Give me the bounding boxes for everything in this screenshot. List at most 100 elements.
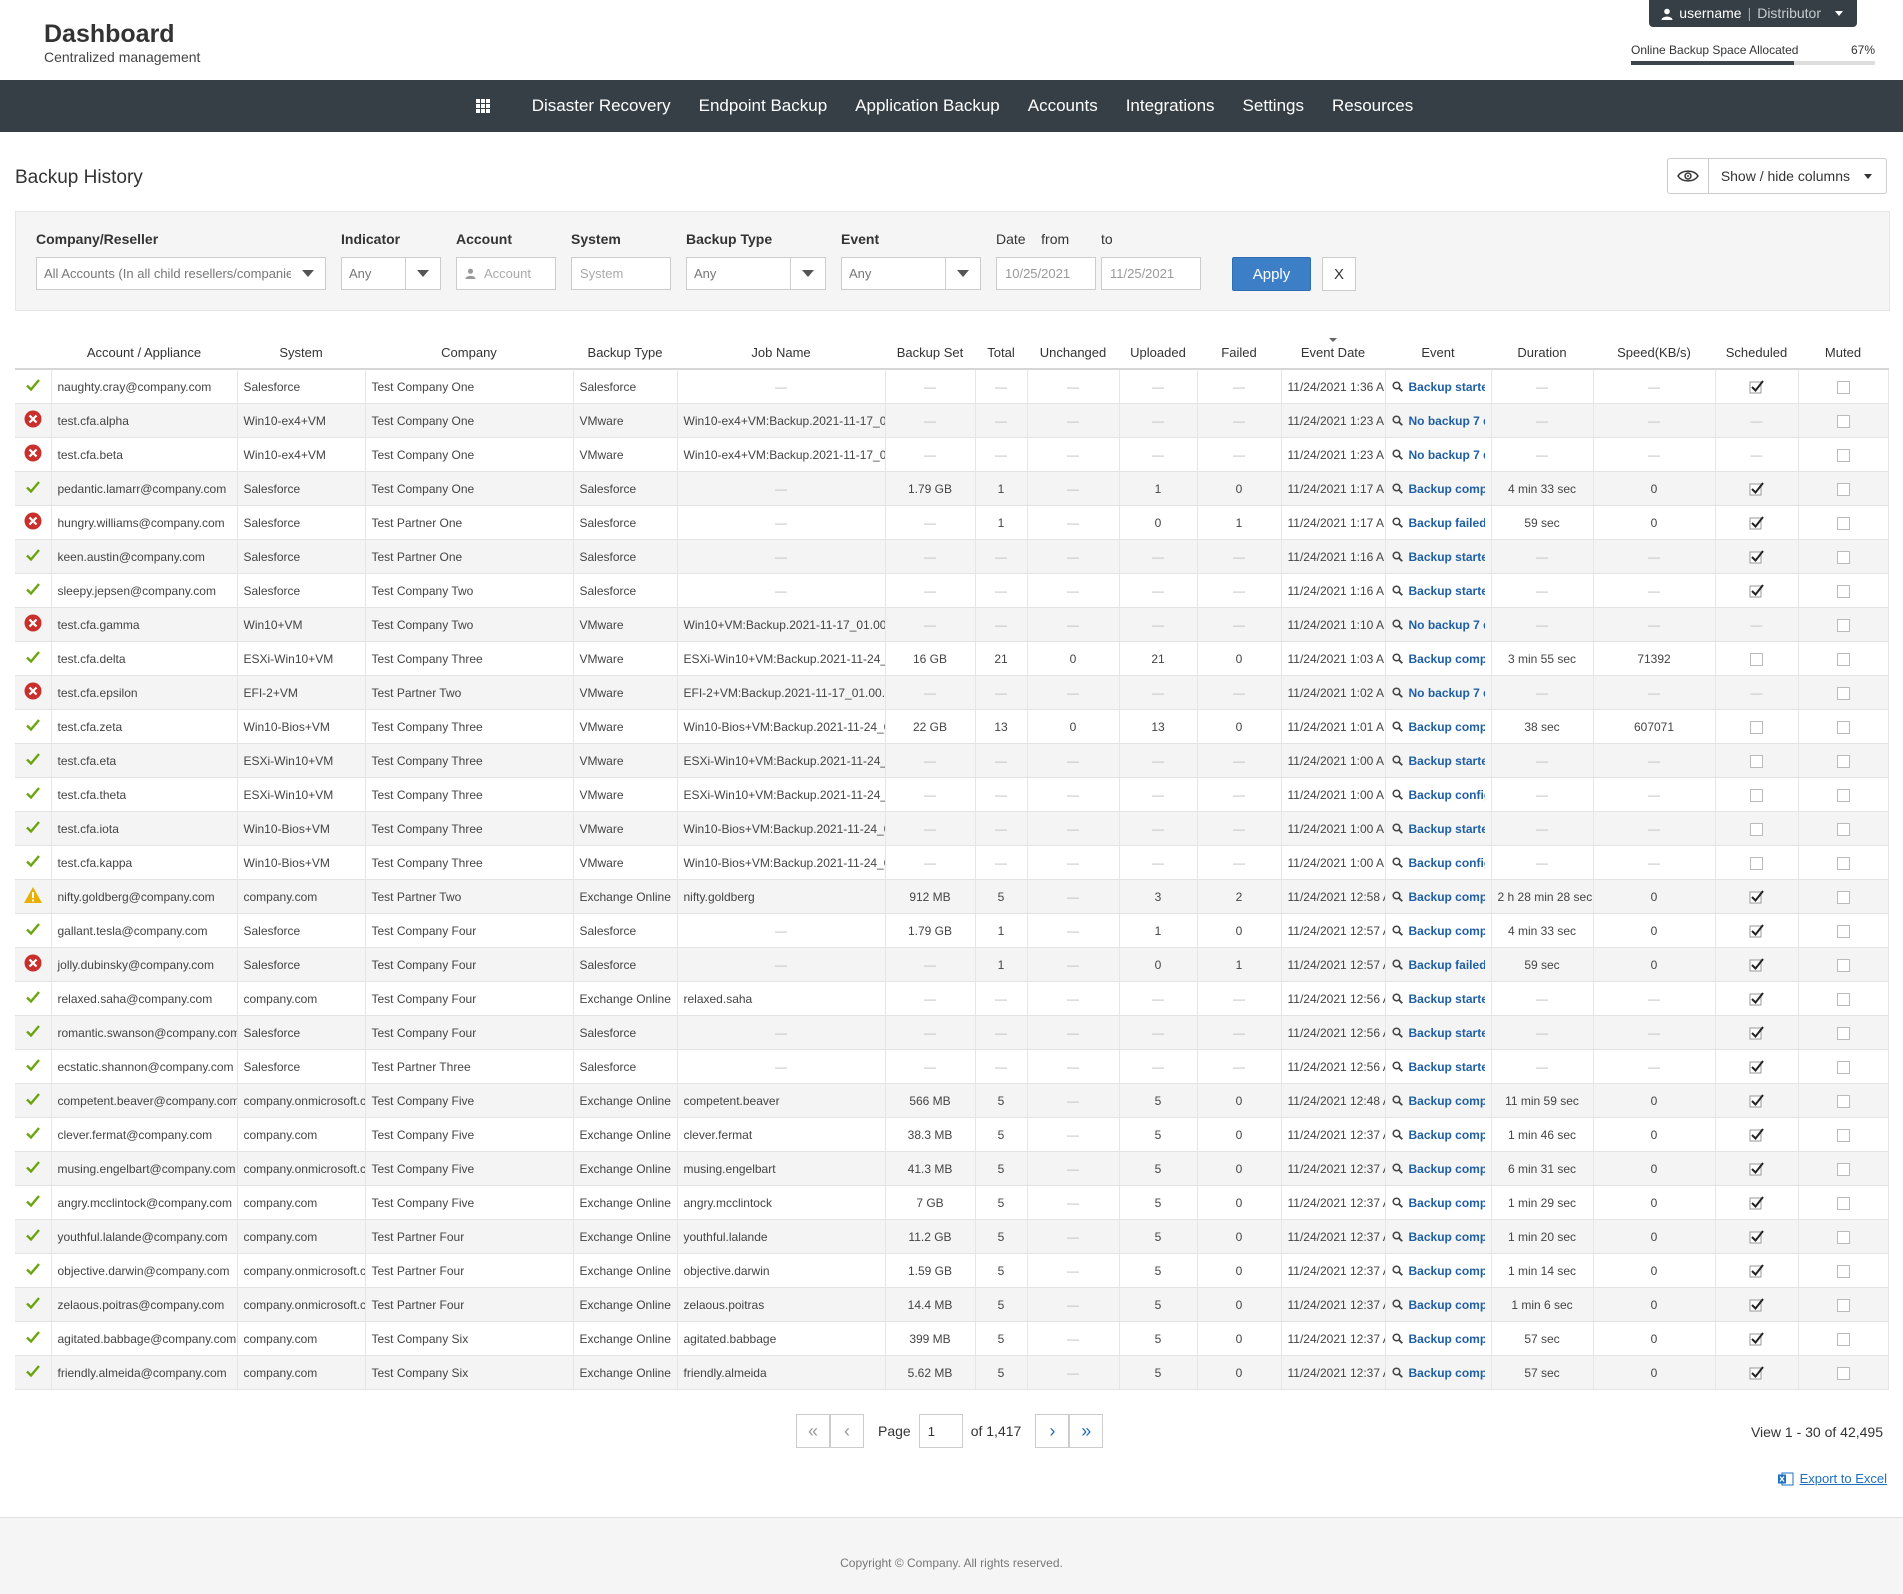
event-link[interactable]: Backup completed — [1409, 1094, 1485, 1108]
header-scheduled[interactable]: Scheduled — [1715, 336, 1798, 370]
search-icon[interactable] — [1391, 993, 1403, 1004]
search-icon[interactable] — [1391, 1095, 1403, 1106]
event-link[interactable]: Backup completed — [1409, 1128, 1485, 1142]
scheduled-checkbox[interactable] — [1749, 890, 1764, 904]
date-to-input[interactable]: 11/25/2021 — [1101, 257, 1201, 290]
muted-checkbox[interactable] — [1836, 686, 1850, 700]
table-row[interactable]: test.cfa.iota Win10-Bios+VM Test Company T… — [15, 811, 1889, 846]
event-link[interactable]: No backup 7 days — [1409, 686, 1485, 700]
header-backup-set[interactable]: Backup Set — [885, 336, 975, 370]
muted-checkbox[interactable] — [1836, 1264, 1850, 1278]
event-cell[interactable]: Backup completed — [1385, 1117, 1492, 1152]
scheduled-checkbox[interactable] — [1749, 1026, 1764, 1040]
event-cell[interactable]: Backup configured — [1385, 845, 1492, 880]
event-cell[interactable]: Backup completed — [1385, 1151, 1492, 1186]
scheduled-checkbox[interactable] — [1749, 1162, 1764, 1176]
clear-filters-button[interactable]: X — [1322, 257, 1356, 291]
table-row[interactable]: pedantic.lamarr@company.com Salesforce Tes… — [15, 471, 1889, 506]
table-row[interactable]: clever.fermat@company.com company.com Test… — [15, 1117, 1889, 1152]
search-icon[interactable] — [1391, 415, 1403, 426]
search-icon[interactable] — [1391, 823, 1403, 834]
search-icon[interactable] — [1391, 1129, 1403, 1140]
scheduled-checkbox[interactable] — [1749, 1332, 1764, 1346]
header-uploaded[interactable]: Uploaded — [1119, 336, 1197, 370]
scheduled-checkbox[interactable] — [1749, 516, 1764, 530]
search-icon[interactable] — [1391, 959, 1403, 970]
event-cell[interactable]: Backup completed — [1385, 1185, 1492, 1220]
muted-checkbox[interactable] — [1836, 1298, 1850, 1312]
table-row[interactable]: test.cfa.zeta Win10-Bios+VM Test Company T… — [15, 709, 1889, 744]
header-backup-type[interactable]: Backup Type — [573, 336, 677, 370]
event-link[interactable]: Backup completed — [1409, 1332, 1485, 1346]
search-icon[interactable] — [1391, 1299, 1403, 1310]
muted-checkbox[interactable] — [1836, 584, 1850, 598]
table-row[interactable]: test.cfa.theta ESXi-Win10+VM Test Company … — [15, 777, 1889, 812]
event-link[interactable]: Backup started — [1409, 380, 1485, 394]
header-unchanged[interactable]: Unchanged — [1027, 336, 1119, 370]
date-from-input[interactable]: 10/25/2021 — [996, 257, 1096, 290]
scheduled-checkbox[interactable] — [1750, 720, 1763, 734]
system-input[interactable]: System — [571, 257, 671, 290]
event-link[interactable]: Backup configured — [1409, 856, 1485, 870]
scheduled-checkbox[interactable] — [1749, 924, 1764, 938]
search-icon[interactable] — [1391, 483, 1403, 494]
table-row[interactable]: test.cfa.gamma Win10+VM Test Company Two VM… — [15, 607, 1889, 642]
scheduled-checkbox[interactable] — [1749, 1094, 1764, 1108]
table-row[interactable]: test.cfa.alpha Win10-ex4+VM Test Company O… — [15, 403, 1889, 438]
scheduled-checkbox[interactable] — [1750, 856, 1763, 870]
event-cell[interactable]: No backup 7 days — [1385, 437, 1492, 472]
search-icon[interactable] — [1391, 449, 1403, 460]
muted-checkbox[interactable] — [1836, 924, 1850, 938]
table-row[interactable]: ecstatic.shannon@company.com Salesforce Te… — [15, 1049, 1889, 1084]
event-link[interactable]: Backup started — [1409, 992, 1485, 1006]
event-link[interactable]: No backup 7 days — [1409, 414, 1485, 428]
scheduled-checkbox[interactable] — [1749, 1060, 1764, 1074]
table-row[interactable]: youthful.lalande@company.com company.com T… — [15, 1219, 1889, 1254]
table-row[interactable]: agitated.babbage@company.com company.com T… — [15, 1321, 1889, 1356]
event-cell[interactable]: Backup completed — [1385, 879, 1492, 914]
search-icon[interactable] — [1391, 891, 1403, 902]
event-cell[interactable]: Backup completed — [1385, 1355, 1492, 1390]
scheduled-checkbox[interactable] — [1749, 992, 1764, 1006]
event-link[interactable]: Backup started — [1409, 754, 1485, 768]
search-icon[interactable] — [1391, 755, 1403, 766]
scheduled-checkbox[interactable] — [1750, 652, 1763, 666]
event-cell[interactable]: Backup completed — [1385, 471, 1492, 506]
event-link[interactable]: Backup started — [1409, 822, 1485, 836]
search-icon[interactable] — [1391, 653, 1403, 664]
event-cell[interactable]: Backup started — [1385, 369, 1492, 404]
search-icon[interactable] — [1391, 1367, 1403, 1378]
event-cell[interactable]: No backup 7 days — [1385, 403, 1492, 438]
header-muted[interactable]: Muted — [1798, 336, 1888, 370]
search-icon[interactable] — [1391, 687, 1403, 698]
scheduled-checkbox[interactable] — [1749, 550, 1764, 564]
event-cell[interactable]: Backup completed — [1385, 1083, 1492, 1118]
muted-checkbox[interactable] — [1836, 822, 1850, 836]
event-cell[interactable]: Backup completed — [1385, 709, 1492, 744]
muted-checkbox[interactable] — [1836, 380, 1850, 394]
next-page-button[interactable]: › — [1035, 1414, 1070, 1448]
muted-checkbox[interactable] — [1836, 1366, 1850, 1380]
muted-checkbox[interactable] — [1836, 754, 1850, 768]
scheduled-checkbox[interactable] — [1749, 1128, 1764, 1142]
table-row[interactable]: naughty.cray@company.com Salesforce Test C… — [15, 369, 1889, 404]
muted-checkbox[interactable] — [1836, 1060, 1850, 1074]
muted-checkbox[interactable] — [1836, 618, 1850, 632]
event-cell[interactable]: Backup failed — [1385, 505, 1492, 540]
table-row[interactable]: zelaous.poitras@company.com company.onmic… — [15, 1287, 1889, 1322]
table-row[interactable]: romantic.swanson@company.com Salesforce Te… — [15, 1015, 1889, 1050]
indicator-select[interactable]: Any — [341, 257, 441, 290]
nav-endpoint-backup[interactable]: Endpoint Backup — [699, 96, 828, 116]
event-cell[interactable]: Backup completed — [1385, 1253, 1492, 1288]
event-cell[interactable]: Backup started — [1385, 573, 1492, 608]
table-row[interactable]: relaxed.saha@company.com company.com Test … — [15, 981, 1889, 1016]
header-event-date[interactable]: Event Date — [1281, 336, 1385, 370]
user-menu-button[interactable]: username | Distributor — [1649, 0, 1857, 27]
nav-accounts[interactable]: Accounts — [1028, 96, 1098, 116]
event-link[interactable]: Backup configured — [1409, 788, 1485, 802]
search-icon[interactable] — [1391, 381, 1403, 392]
search-icon[interactable] — [1391, 1333, 1403, 1344]
event-cell[interactable]: Backup completed — [1385, 641, 1492, 676]
muted-checkbox[interactable] — [1836, 550, 1850, 564]
event-cell[interactable]: Backup started — [1385, 539, 1492, 574]
